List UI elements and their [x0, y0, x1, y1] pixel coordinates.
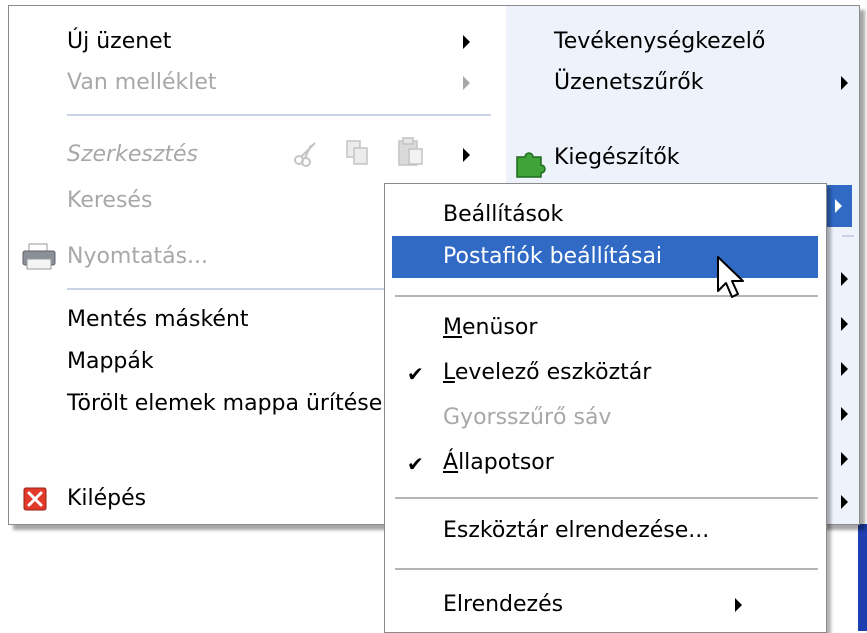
submenu-arrow-icon [841, 452, 848, 466]
menu-separator [395, 497, 818, 499]
mouse-cursor-icon [716, 255, 748, 303]
puzzle-piece-icon [513, 147, 547, 179]
submenu-arrow-icon [841, 317, 848, 331]
menu-separator [395, 295, 818, 297]
submenu-item-account-settings[interactable]: Postafiók beállításai [443, 236, 662, 278]
submenu-arrow-icon [835, 199, 842, 213]
menu-separator [67, 114, 491, 116]
submenu-item-quick-filter-bar[interactable]: Gyorsszűrő sáv [443, 397, 611, 439]
submenu-arrow-icon [463, 35, 470, 49]
menu-item-edit[interactable]: Szerkesztés [67, 134, 198, 176]
accelerator-key: M [443, 315, 462, 340]
submenu-item-label: enüsor [461, 315, 538, 340]
submenu-arrow-icon [841, 76, 848, 90]
submenu-item-settings[interactable]: Beállítások [443, 194, 563, 236]
close-icon [23, 487, 47, 511]
submenu-item-label: evelező eszköztár [454, 360, 652, 385]
scissors-icon [293, 139, 321, 167]
paste-icon [397, 137, 425, 167]
menu-item-folders[interactable]: Mappák [67, 341, 154, 383]
menu-item-exit[interactable]: Kilépés [67, 478, 146, 520]
menu-item-empty-trash[interactable]: Törölt elemek mappa ürítése [67, 383, 382, 425]
submenu-item-layout[interactable]: Elrendezés [443, 584, 563, 626]
submenu-item-status-bar[interactable]: Állapotsor [443, 442, 554, 484]
menu-item-save-as[interactable]: Mentés másként [67, 299, 249, 341]
submenu-item-label: llapotsor [458, 450, 554, 475]
menu-item-search[interactable]: Keresés [67, 180, 152, 222]
checkmark-icon: ✔ [407, 362, 424, 386]
submenu-arrow-icon [841, 407, 848, 421]
submenu-arrow-icon [841, 272, 848, 286]
submenu-item-menubar[interactable]: Menüsor [443, 307, 537, 349]
menu-item-new-message[interactable]: Új üzenet [67, 21, 171, 63]
printer-icon [21, 242, 57, 272]
submenu-arrow-icon [841, 495, 848, 509]
menu-item-activity-manager[interactable]: Tevékenységkezelő [554, 21, 765, 63]
background-window-strip [858, 524, 867, 631]
accelerator-key: L [443, 360, 455, 385]
menu-separator [842, 235, 854, 237]
accelerator-key: Á [443, 450, 459, 475]
submenu-arrow-icon [463, 76, 470, 90]
submenu-arrow-icon [735, 598, 742, 612]
checkmark-icon: ✔ [407, 452, 424, 476]
menu-item-has-attachment[interactable]: Van melléklet [67, 62, 217, 104]
copy-icon [345, 139, 371, 167]
menu-separator [395, 568, 818, 570]
submenu-item-customize-toolbar[interactable]: Eszköztár elrendezése... [443, 510, 709, 552]
menu-item-message-filters[interactable]: Üzenetszűrők [554, 62, 704, 104]
options-submenu: Beállítások Postafiók beállításai Menüso… [384, 183, 827, 633]
submenu-arrow-icon [841, 362, 848, 376]
menu-item-print[interactable]: Nyomtatás... [67, 236, 208, 278]
menu-item-addons[interactable]: Kiegészítők [554, 137, 680, 179]
submenu-arrow-icon [463, 148, 470, 162]
submenu-item-mail-toolbar[interactable]: Levelező eszköztár [443, 352, 651, 394]
